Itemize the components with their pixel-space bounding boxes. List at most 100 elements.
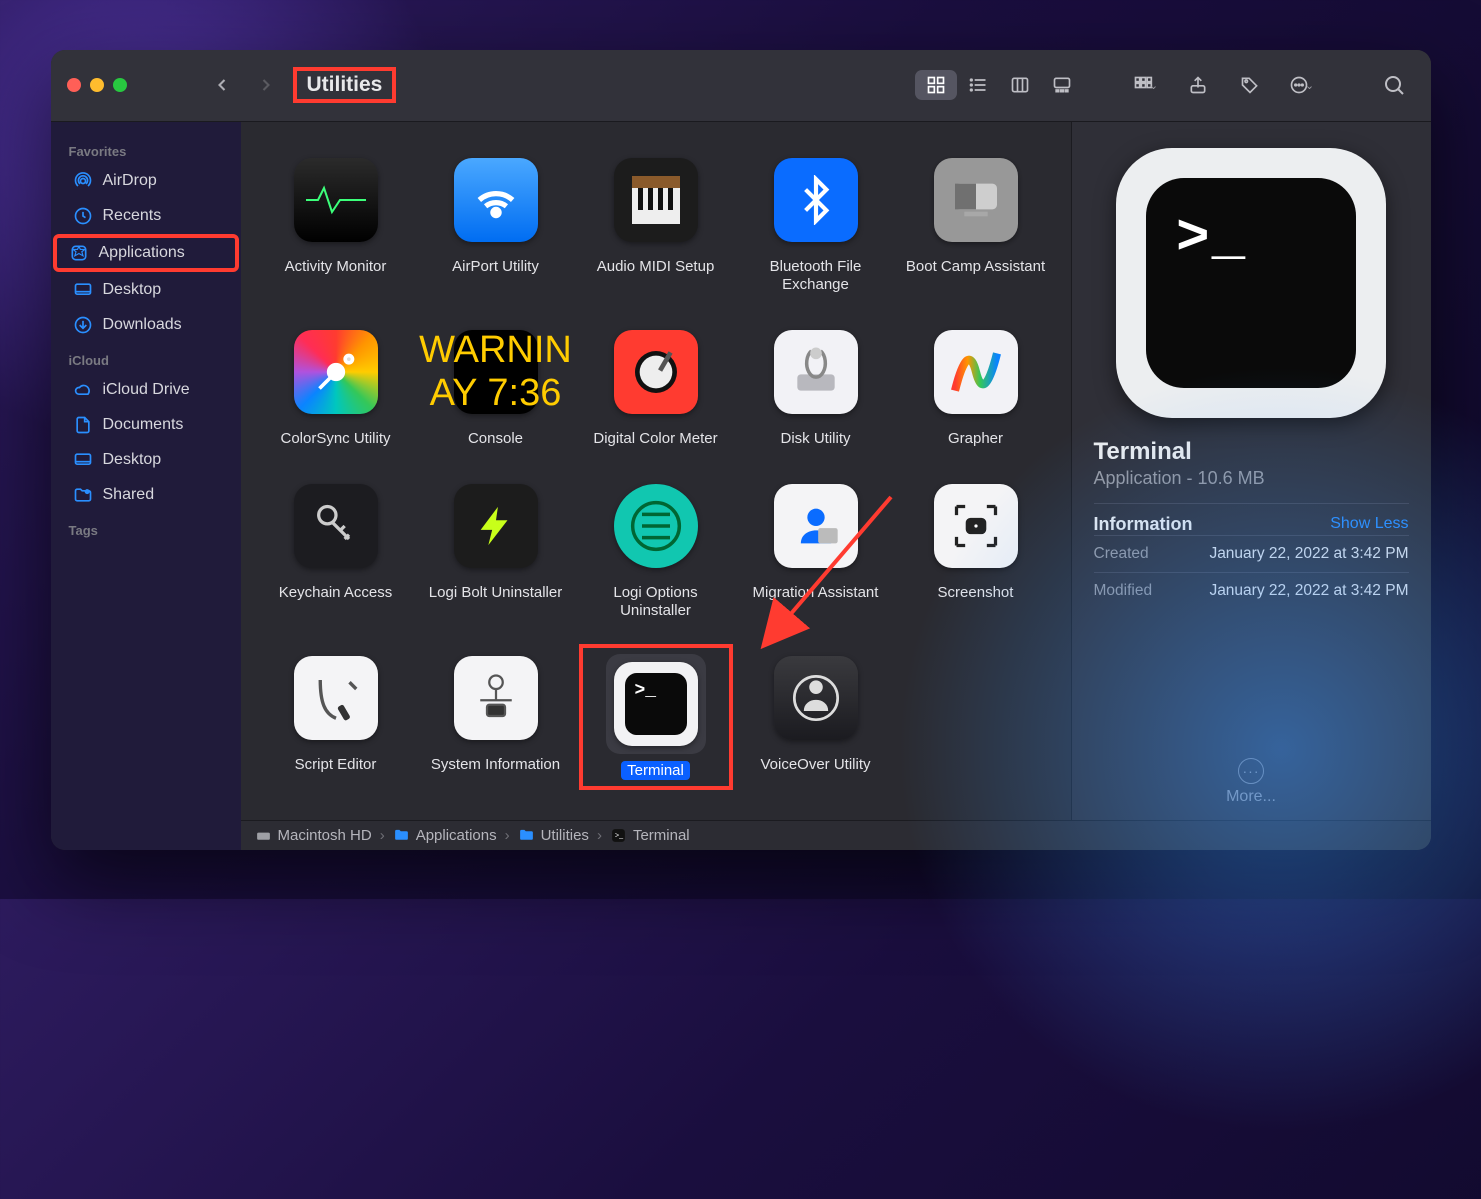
drive-icon	[255, 827, 272, 844]
app-label: Grapher	[948, 430, 1003, 447]
sidebar-heading-icloud: iCloud	[51, 343, 241, 372]
sidebar-item-desktop[interactable]: Desktop	[57, 273, 235, 307]
preview-more[interactable]: ··· More...	[1094, 740, 1409, 806]
app-label: Activity Monitor	[285, 258, 387, 275]
app-label: Bluetooth File Exchange	[770, 258, 862, 293]
app-label: VoiceOver Utility	[760, 756, 870, 773]
share-button[interactable]	[1177, 70, 1219, 100]
app-disk-utility[interactable]: Disk Utility	[739, 318, 893, 452]
path-crumb-utilities[interactable]: Utilities	[518, 827, 589, 844]
app-terminal[interactable]: >_ Terminal	[579, 644, 733, 790]
finder-window: Utilities ⌄	[51, 50, 1431, 850]
search-icon	[1382, 73, 1406, 97]
path-crumb-applications[interactable]: Applications	[393, 827, 497, 844]
show-less-link[interactable]: Show Less	[1330, 515, 1408, 533]
app-label: System Information	[431, 756, 560, 773]
sidebar-item-label: Recents	[103, 207, 162, 225]
app-label: Console	[468, 430, 523, 447]
terminal-icon: >_	[610, 827, 627, 844]
sidebar-item-label: Applications	[99, 244, 185, 262]
voiceover-icon	[774, 656, 858, 740]
window-controls	[67, 78, 127, 92]
view-icons-button[interactable]	[915, 70, 957, 100]
applications-icon	[69, 243, 89, 263]
preview-info-heading: Information Show Less	[1094, 503, 1409, 535]
forward-button[interactable]	[249, 70, 283, 100]
sidebar-item-shared[interactable]: Shared	[57, 478, 235, 512]
sidebar-item-applications[interactable]: Applications	[53, 234, 239, 272]
main-area: Activity Monitor AirPort Utility Audio M…	[241, 122, 1431, 820]
app-label: Keychain Access	[279, 584, 392, 601]
app-colorsync-utility[interactable]: ColorSync Utility	[259, 318, 413, 452]
search-button[interactable]	[1373, 70, 1415, 100]
path-crumb-volume[interactable]: Macintosh HD	[255, 827, 372, 844]
app-script-editor[interactable]: Script Editor	[259, 644, 413, 790]
view-mode-group	[913, 68, 1085, 102]
view-gallery-button[interactable]	[1041, 70, 1083, 100]
app-boot-camp-assistant[interactable]: Boot Camp Assistant	[899, 146, 1053, 298]
folder-title: Utilities	[293, 67, 397, 103]
preview-row-modified: Modified January 22, 2022 at 3:42 PM	[1094, 572, 1409, 609]
logi-bolt-icon	[454, 484, 538, 568]
sidebar-item-downloads[interactable]: Downloads	[57, 308, 235, 342]
airdrop-icon	[73, 171, 93, 191]
grapher-icon	[934, 330, 1018, 414]
app-label: Digital Color Meter	[593, 430, 717, 447]
sidebar-item-label: Documents	[103, 416, 184, 434]
sidebar-item-airdrop[interactable]: AirDrop	[57, 164, 235, 198]
minimize-window-button[interactable]	[90, 78, 104, 92]
app-logi-bolt-uninstaller[interactable]: Logi Bolt Uninstaller	[419, 472, 573, 624]
group-by-button[interactable]: ⌄	[1125, 70, 1167, 100]
app-keychain-access[interactable]: Keychain Access	[259, 472, 413, 624]
app-system-information[interactable]: System Information	[419, 644, 573, 790]
path-crumb-terminal[interactable]: >_ Terminal	[610, 827, 690, 844]
keychain-icon	[294, 484, 378, 568]
sidebar-heading-favorites: Favorites	[51, 134, 241, 163]
clock-icon	[73, 206, 93, 226]
boot-camp-icon	[934, 158, 1018, 242]
app-label: Logi Options Uninstaller	[613, 584, 697, 619]
app-console[interactable]: WARNIN AY 7:36 Console	[419, 318, 573, 452]
share-icon	[1188, 75, 1208, 95]
view-list-button[interactable]	[957, 70, 999, 100]
app-screenshot[interactable]: Screenshot	[899, 472, 1053, 624]
icon-grid[interactable]: Activity Monitor AirPort Utility Audio M…	[241, 122, 1071, 820]
app-grapher[interactable]: Grapher	[899, 318, 1053, 452]
actions-button[interactable]: ⌄	[1281, 70, 1323, 100]
fullscreen-window-button[interactable]	[113, 78, 127, 92]
view-columns-button[interactable]	[999, 70, 1041, 100]
chevron-down-icon: ⌄	[1305, 79, 1314, 92]
gallery-icon	[1052, 75, 1072, 95]
sidebar-item-icloud-drive[interactable]: iCloud Drive	[57, 373, 235, 407]
chevron-right-icon: ›	[597, 827, 602, 844]
system-information-icon	[454, 656, 538, 740]
preview-title: Terminal	[1094, 438, 1409, 466]
app-logi-options-uninstaller[interactable]: Logi Options Uninstaller	[579, 472, 733, 624]
app-airport-utility[interactable]: AirPort Utility	[419, 146, 573, 298]
terminal-icon: >_	[1146, 178, 1356, 388]
chevron-right-icon: ›	[505, 827, 510, 844]
chevron-right-icon: ›	[380, 827, 385, 844]
sidebar-item-recents[interactable]: Recents	[57, 199, 235, 233]
app-label: Audio MIDI Setup	[597, 258, 715, 275]
app-bluetooth-file-exchange[interactable]: Bluetooth File Exchange	[739, 146, 893, 298]
app-activity-monitor[interactable]: Activity Monitor	[259, 146, 413, 298]
app-label: Boot Camp Assistant	[906, 258, 1045, 275]
sidebar-item-icloud-desktop[interactable]: Desktop	[57, 443, 235, 477]
close-window-button[interactable]	[67, 78, 81, 92]
sidebar-item-label: Shared	[103, 486, 155, 504]
app-label: ColorSync Utility	[280, 430, 390, 447]
app-audio-midi-setup[interactable]: Audio MIDI Setup	[579, 146, 733, 298]
downloads-icon	[73, 315, 93, 335]
back-button[interactable]	[205, 70, 239, 100]
tags-button[interactable]	[1229, 70, 1271, 100]
app-digital-color-meter[interactable]: Digital Color Meter	[579, 318, 733, 452]
audio-midi-icon	[614, 158, 698, 242]
app-migration-assistant[interactable]: Migration Assistant	[739, 472, 893, 624]
preview-icon: >_	[1116, 148, 1386, 418]
script-editor-icon	[294, 656, 378, 740]
sidebar-item-documents[interactable]: Documents	[57, 408, 235, 442]
app-label: Script Editor	[295, 756, 377, 773]
app-voiceover-utility[interactable]: VoiceOver Utility	[739, 644, 893, 790]
app-label: Terminal	[621, 761, 690, 780]
